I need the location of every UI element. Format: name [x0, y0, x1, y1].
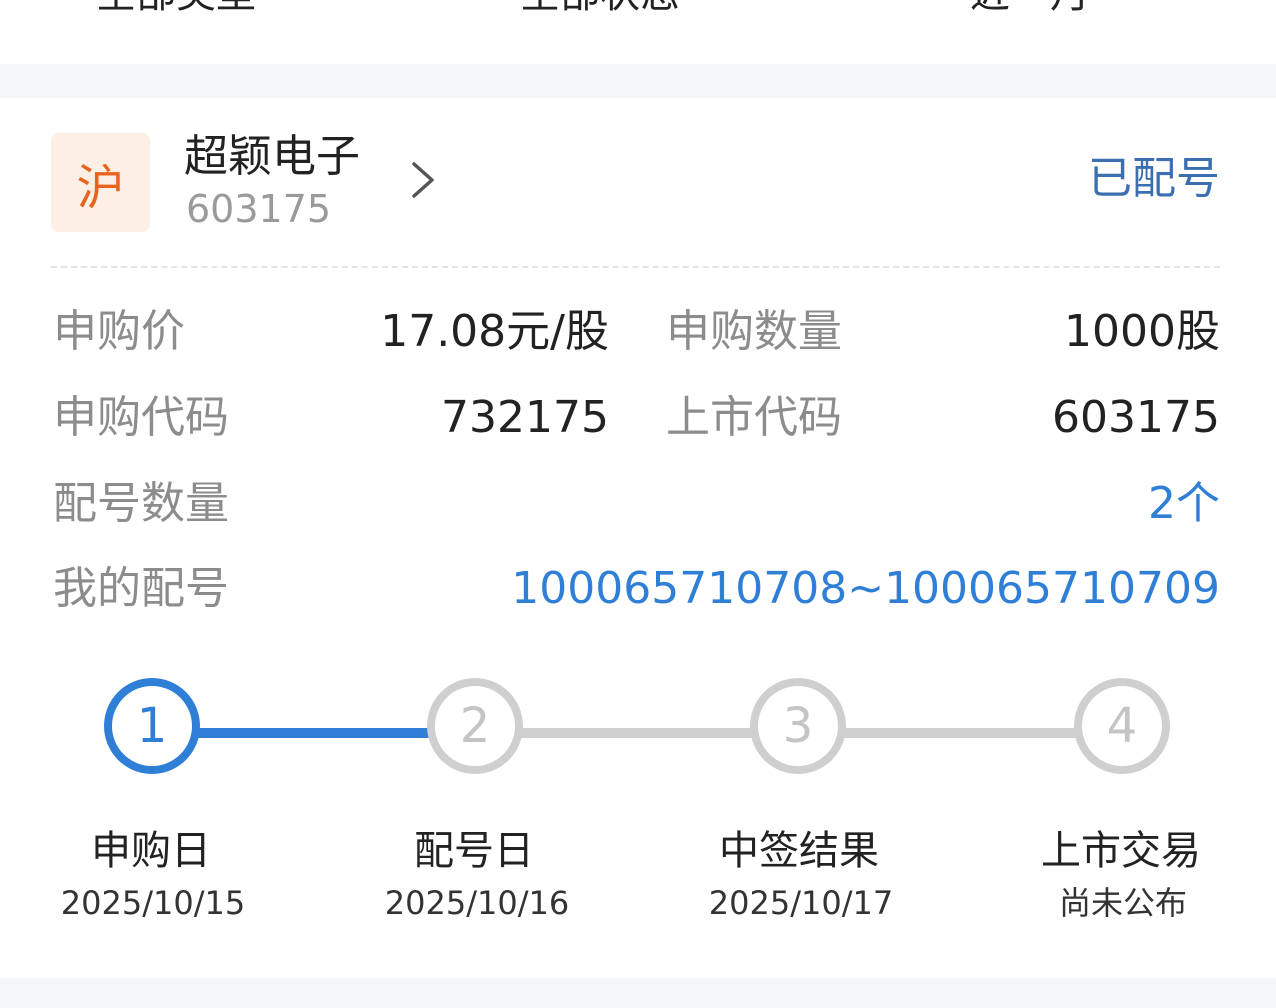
- stock-code: 603175: [186, 187, 332, 231]
- step-2-date: 2025/10/16: [384, 884, 570, 922]
- filter-bar: 全部类型 全部状态 近一月: [0, 0, 1276, 64]
- step-connector: [518, 728, 754, 738]
- allocation-count-value: 2个: [1148, 478, 1220, 529]
- step-connector: [196, 728, 432, 738]
- step-2-title: 配号日: [414, 828, 534, 874]
- my-allocation-value: 100065710708~100065710709: [511, 563, 1220, 614]
- step-1-date: 2025/10/15: [60, 884, 246, 922]
- quantity-label: 申购数量: [666, 306, 842, 357]
- step-3-title: 中签结果: [719, 828, 879, 874]
- market-badge: 沪: [51, 133, 150, 232]
- step-4-title: 上市交易: [1041, 828, 1201, 874]
- subscription-code-label: 申购代码: [53, 392, 229, 443]
- status-badge: 已配号: [1088, 153, 1220, 204]
- filter-status[interactable]: 全部状态: [520, 0, 680, 14]
- step-3-circle: 3: [750, 678, 846, 774]
- ipo-card: 沪 超颖电子 603175 已配号 申购价 17.08元/股 申购数量 1000…: [0, 98, 1276, 978]
- stock-name[interactable]: 超颖电子: [184, 132, 360, 182]
- filter-period[interactable]: 近一月: [970, 0, 1090, 14]
- step-1-circle: 1: [104, 678, 200, 774]
- step-4-date: 尚未公布: [1058, 884, 1187, 922]
- progress-steps: 1 2 3 4: [0, 678, 1276, 798]
- price-value: 17.08元/股: [380, 306, 609, 357]
- listing-code-label: 上市代码: [666, 392, 842, 443]
- quantity-value: 1000股: [1064, 306, 1220, 357]
- step-4-circle: 4: [1074, 678, 1170, 774]
- divider: [51, 266, 1220, 268]
- allocation-count-label: 配号数量: [53, 478, 229, 529]
- step-2-circle: 2: [427, 678, 523, 774]
- filter-type[interactable]: 全部类型: [96, 0, 256, 14]
- my-allocation-label: 我的配号: [53, 563, 229, 614]
- subscription-code-value: 732175: [441, 392, 609, 443]
- chevron-right-icon[interactable]: [404, 158, 440, 202]
- step-3-date: 2025/10/17: [708, 884, 894, 922]
- listing-code-value: 603175: [1052, 392, 1220, 443]
- step-connector: [842, 728, 1078, 738]
- step-1-title: 申购日: [91, 828, 211, 874]
- price-label: 申购价: [53, 306, 185, 357]
